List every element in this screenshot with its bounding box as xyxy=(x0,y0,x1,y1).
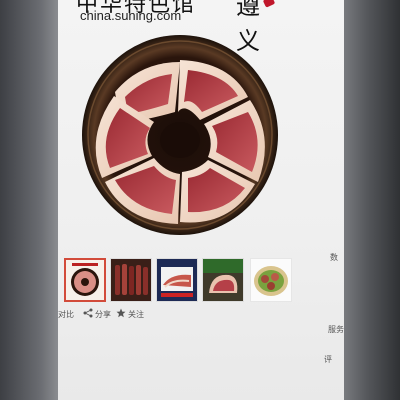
follow-link[interactable]: 关注 xyxy=(128,309,144,320)
thumbnail-1[interactable] xyxy=(64,258,106,302)
thumbnail-5[interactable] xyxy=(250,258,292,302)
site-url: china.suning.com xyxy=(80,8,182,23)
sausage-bundle-thumb-icon xyxy=(111,259,151,301)
thumbnail-4[interactable] xyxy=(202,258,244,302)
thumbnail-2[interactable] xyxy=(110,258,152,302)
dish-plate-thumb-icon xyxy=(251,259,291,301)
main-product-image[interactable] xyxy=(80,32,280,237)
pork-platter-thumb-icon xyxy=(66,260,104,300)
thumbnail-strip xyxy=(62,258,302,304)
sliced-pork-box-thumb-icon xyxy=(157,259,197,301)
photo-bezel-right xyxy=(342,0,400,400)
photo-bezel-left xyxy=(0,0,58,400)
product-actions: 对比 分享 关注 xyxy=(58,306,198,322)
site-banner[interactable]: 中华特色馆 china.suning.com 遵义 xyxy=(58,0,276,55)
region-mark: 遵义 xyxy=(236,0,260,55)
share-icon xyxy=(83,308,93,318)
product-page: 对比 分享 关注 数 服 务 评 xyxy=(58,0,344,400)
thumbnail-3[interactable] xyxy=(156,258,198,302)
side-text-4: 评 xyxy=(324,355,332,364)
compare-link[interactable]: 对比 xyxy=(58,309,74,320)
side-text-3: 务 xyxy=(336,325,344,334)
share-link[interactable]: 分享 xyxy=(95,309,111,320)
pork-slab-thumb-icon xyxy=(203,259,243,301)
side-text-1: 数 xyxy=(330,253,338,262)
cured-pork-platter-image xyxy=(82,35,278,235)
side-text-2: 服 xyxy=(328,325,336,334)
star-icon xyxy=(116,308,126,318)
